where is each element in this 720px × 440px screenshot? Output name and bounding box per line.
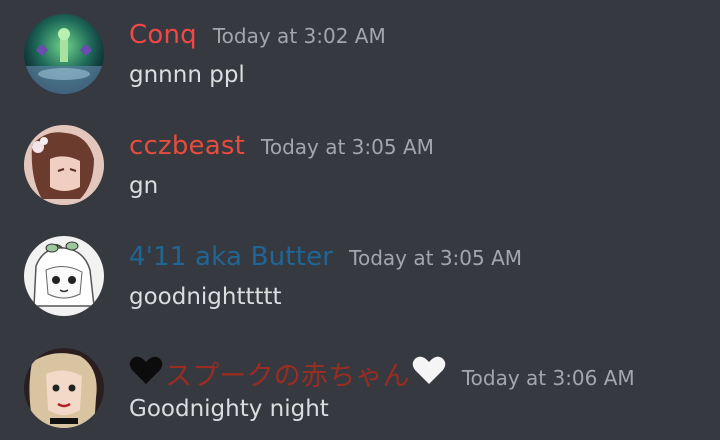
avatar[interactable] bbox=[24, 14, 104, 94]
message-header: Conq Today at 3:02 AM bbox=[129, 20, 386, 54]
avatar[interactable] bbox=[24, 236, 104, 316]
message-header: 4'11 aka Butter Today at 3:05 AM bbox=[129, 242, 522, 276]
black-heart-icon bbox=[129, 355, 163, 385]
message-content: goodnighttttt bbox=[129, 284, 282, 310]
timestamp: Today at 3:02 AM bbox=[212, 24, 386, 48]
white-heart-icon bbox=[412, 355, 446, 385]
message-item: 4'11 aka Butter Today at 3:05 AM goodnig… bbox=[0, 236, 720, 348]
timestamp: Today at 3:05 AM bbox=[261, 135, 434, 159]
message-item: Conq Today at 3:02 AM gnnnn ppl bbox=[0, 14, 720, 126]
username[interactable]: Conq bbox=[129, 20, 197, 50]
message-item: cczbeast Today at 3:05 AM gn bbox=[0, 125, 720, 237]
username[interactable]: スプークの赤ちゃん bbox=[165, 354, 410, 393]
message-header: スプークの赤ちゃん Today at 3:06 AM bbox=[129, 354, 635, 392]
message-content: Goodnighty night bbox=[129, 396, 329, 422]
message-item: スプークの赤ちゃん Today at 3:06 AM Goodnighty ni… bbox=[0, 348, 720, 440]
username[interactable]: 4'11 aka Butter bbox=[129, 242, 333, 272]
message-content: gnnnn ppl bbox=[129, 62, 245, 88]
message-content: gn bbox=[129, 173, 159, 199]
avatar[interactable] bbox=[24, 348, 104, 428]
message-header: cczbeast Today at 3:05 AM bbox=[129, 131, 434, 165]
username[interactable]: cczbeast bbox=[129, 131, 245, 161]
avatar[interactable] bbox=[24, 125, 104, 205]
timestamp: Today at 3:05 AM bbox=[349, 246, 523, 270]
chat-messages: Conq Today at 3:02 AM gnnnn ppl cczbeast… bbox=[0, 0, 720, 440]
timestamp: Today at 3:06 AM bbox=[461, 366, 635, 390]
